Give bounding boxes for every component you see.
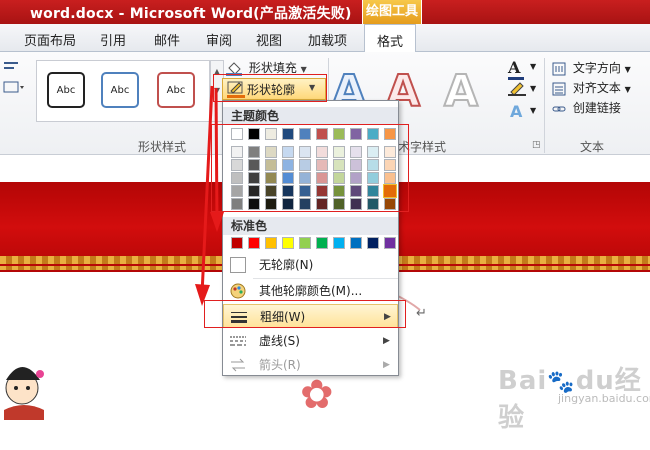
align-icon[interactable] [2, 58, 24, 98]
submenu-arrow-icon: ▶ [383, 360, 390, 370]
arrows-item[interactable]: 箭头(R) ▶ [223, 353, 398, 377]
standard-color-swatch[interactable] [231, 237, 243, 249]
standard-color-swatch[interactable] [350, 237, 362, 249]
shape-style-blue[interactable]: Abc [101, 72, 139, 108]
dialog-launcher-icon[interactable]: ◳ [532, 140, 541, 150]
standard-color-swatch[interactable] [316, 237, 328, 249]
standard-color-swatch[interactable] [333, 237, 345, 249]
chevron-down-icon: ▼ [624, 65, 631, 74]
standard-color-swatch[interactable] [299, 237, 311, 249]
window-title: word.docx - Microsoft Word(产品激活失败) [30, 6, 352, 22]
align-text-button[interactable]: 对齐文本 ▼ [552, 78, 631, 98]
chevron-down-icon[interactable]: ▼ [530, 84, 536, 93]
tab-review[interactable]: 审阅 [206, 30, 232, 49]
tab-addins[interactable]: 加载项 [308, 30, 347, 49]
chevron-down-icon: ▼ [624, 85, 631, 94]
standard-color-swatch[interactable] [384, 237, 396, 249]
wordart-style-gray[interactable]: A [443, 65, 479, 118]
text-direction-icon [552, 62, 566, 75]
no-outline-icon [230, 257, 246, 273]
dashes-label: 虚线(S) [259, 334, 300, 348]
decorative-red-glyph: ✿ [300, 372, 334, 418]
no-outline-item[interactable]: 无轮廓(N) [223, 253, 398, 277]
text-outline-pen-icon[interactable] [508, 80, 526, 96]
text-direction-button[interactable]: 文字方向 ▼ [552, 58, 631, 78]
group-label-text: 文本 [580, 140, 605, 154]
align-text-label: 对齐文本 [572, 81, 621, 95]
create-link-button[interactable]: 创建链接 [552, 98, 621, 118]
create-link-label: 创建链接 [572, 101, 621, 115]
no-outline-label: 无轮廓(N) [259, 258, 314, 272]
standard-color-swatch[interactable] [282, 237, 294, 249]
tab-mailings[interactable]: 邮件 [154, 30, 180, 49]
shape-styles-gallery: Abc Abc Abc [36, 60, 210, 122]
annotation-box-weight [204, 300, 406, 328]
shape-style-black[interactable]: Abc [47, 72, 85, 108]
paragraph-mark: ↵ [416, 306, 427, 321]
chevron-down-icon[interactable]: ▼ [530, 62, 536, 71]
arrow-style-icon [231, 358, 245, 372]
chevron-down-icon[interactable]: ▼ [530, 106, 536, 115]
color-palette-icon [230, 283, 246, 299]
text-fill-button[interactable]: A [508, 58, 524, 80]
link-icon [552, 106, 566, 111]
standard-color-swatch[interactable] [367, 237, 379, 249]
annotation-box-outline-button [213, 74, 327, 102]
dashed-line-icon [230, 336, 246, 346]
text-direction-label: 文字方向 [572, 61, 621, 75]
tab-view[interactable]: 视图 [256, 30, 282, 49]
ribbon-tabs: 页面布局 引用 邮件 审阅 视图 加载项 格式 [0, 24, 650, 53]
tab-format[interactable]: 格式 [364, 24, 417, 53]
submenu-arrow-icon: ▶ [383, 336, 390, 346]
title-bar: word.docx - Microsoft Word(产品激活失败) 绘图工具 [0, 0, 650, 24]
theme-colors-header: 主题颜色 [223, 107, 398, 125]
drawing-tools-context-tab[interactable]: 绘图工具 [362, 0, 422, 24]
shape-fill-label: 形状填充 [248, 61, 297, 75]
watermark-url: jingyan.baidu.com [558, 392, 650, 405]
tab-page-layout[interactable]: 页面布局 [24, 30, 76, 49]
dashes-item[interactable]: 虚线(S) ▶ [223, 329, 398, 353]
arrows-label: 箭头(R) [259, 358, 301, 372]
tab-references[interactable]: 引用 [100, 30, 126, 49]
cartoon-figure-image [4, 367, 44, 420]
annotation-box-theme-colors [211, 124, 409, 212]
standard-colors-header: 标准色 [223, 217, 398, 235]
standard-color-swatch[interactable] [265, 237, 277, 249]
align-text-icon [552, 82, 566, 95]
standard-color-swatch[interactable] [248, 237, 260, 249]
group-separator [544, 58, 545, 153]
text-effects-icon[interactable]: A [510, 102, 522, 121]
text-fill-a: A [508, 58, 521, 77]
group-label-shape-styles: 形状样式 [138, 140, 187, 154]
annotation-arrow [195, 85, 224, 306]
chevron-down-icon: ▼ [300, 65, 307, 74]
